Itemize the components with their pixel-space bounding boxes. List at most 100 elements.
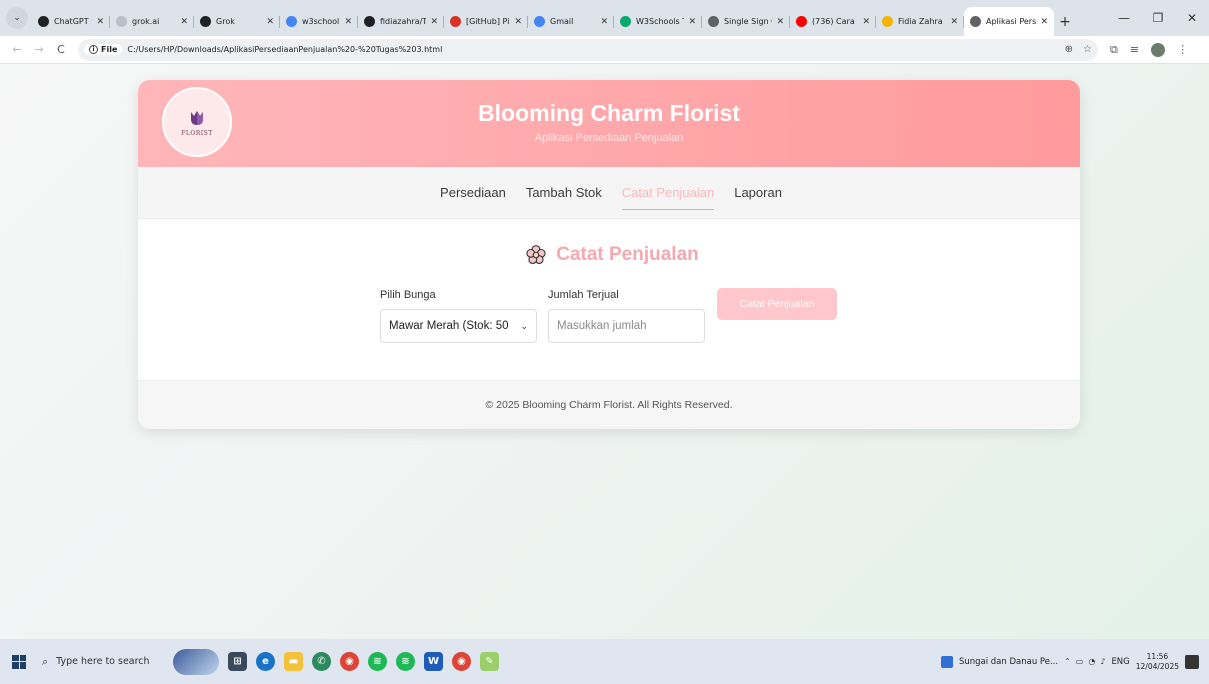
info-icon: i	[89, 45, 98, 54]
qty-input[interactable]: Masukkan jumlah	[548, 309, 705, 343]
nav-catat-penjualan[interactable]: Catat Penjualan	[612, 167, 725, 219]
tab-favicon-icon	[882, 16, 893, 27]
network-icon[interactable]: ◔	[1088, 657, 1095, 666]
browser-tab-strip: ⌄ ChatGPT✕grok.ai✕Grok✕w3school - C✕fidi…	[0, 0, 1209, 36]
reading-list-icon[interactable]: ≡	[1130, 43, 1139, 56]
news-icon[interactable]	[940, 655, 953, 668]
section-title: Catat Penjualan	[556, 244, 699, 265]
section-heading: Catat Penjualan	[138, 244, 1080, 266]
flower-select[interactable]: Mawar Merah (Stok: 50 ⌄	[380, 309, 537, 343]
nav-tambah-stok[interactable]: Tambah Stok	[516, 167, 612, 219]
browser-tab[interactable]: Single Sign C ✕	[702, 7, 790, 36]
tab-favicon-icon	[708, 16, 719, 27]
tab-close-icon[interactable]: ✕	[862, 17, 870, 27]
reload-icon[interactable]: C	[50, 43, 72, 56]
whatsapp-icon[interactable]: ✆	[312, 652, 331, 671]
tab-close-icon[interactable]: ✕	[600, 17, 608, 27]
flower-label: Pilih Bunga	[380, 289, 436, 301]
browser-tab[interactable]: (736) Cara M ✕	[790, 7, 876, 36]
edge-icon[interactable]: e	[256, 652, 275, 671]
tab-label: fidiazahra/Tu	[380, 17, 427, 26]
app-nav: Persediaan Tambah Stok Catat Penjualan L…	[138, 167, 1080, 219]
tab-close-icon[interactable]: ✕	[514, 17, 522, 27]
search-icon: ⌕	[42, 654, 49, 668]
spotify-alt-icon[interactable]: ≋	[396, 652, 415, 671]
tab-close-icon[interactable]: ✕	[266, 17, 274, 27]
minimize-button[interactable]: —	[1107, 11, 1141, 25]
tulip-icon	[191, 110, 203, 125]
word-icon[interactable]: W	[424, 652, 443, 671]
flower-field: Pilih Bunga Mawar Merah (Stok: 50 ⌄	[380, 289, 537, 343]
browser-tab[interactable]: ChatGPT ✕	[32, 7, 110, 36]
logo-text: FLORIST	[181, 129, 213, 137]
chevron-up-icon[interactable]: ⌃	[1064, 657, 1071, 666]
clock-time: 11:56	[1146, 651, 1169, 661]
maximize-button[interactable]: ❐	[1141, 11, 1175, 25]
browser-tab[interactable]: Grok ✕	[194, 7, 280, 36]
browser-tab[interactable]: grok.ai ✕	[110, 7, 194, 36]
clock[interactable]: 11:56 12/04/2025	[1136, 652, 1179, 672]
tab-close-icon[interactable]: ✕	[776, 17, 784, 27]
tab-close-icon[interactable]: ✕	[950, 17, 958, 27]
tab-label: w3school - C	[302, 17, 340, 26]
browser-tab[interactable]: Fidia Zahra ✕	[876, 7, 964, 36]
close-window-button[interactable]: ✕	[1175, 11, 1209, 25]
tab-close-icon[interactable]: ✕	[688, 17, 696, 27]
browser-tab[interactable]: w3school - C ✕	[280, 7, 358, 36]
browser-tab[interactable]: [GitHub] Pix ✕	[444, 7, 528, 36]
nav-laporan[interactable]: Laporan	[724, 167, 792, 219]
menu-kebab-icon[interactable]: ⋮	[1177, 43, 1188, 56]
news-text[interactable]: Sungai dan Danau Pe...	[959, 657, 1058, 667]
browser-tab[interactable]: fidiazahra/Tu ✕	[358, 7, 444, 36]
tab-label: grok.ai	[132, 17, 160, 26]
battery-icon[interactable]: ▭	[1076, 657, 1084, 666]
file-explorer-icon[interactable]: ▬	[284, 652, 303, 671]
tab-favicon-icon	[970, 16, 981, 27]
tab-close-icon[interactable]: ✕	[1040, 17, 1048, 27]
tab-label: (736) Cara M	[812, 17, 858, 26]
page-viewport: FLORIST Blooming Charm Florist Aplikasi …	[0, 64, 1209, 639]
profile-avatar[interactable]	[1151, 42, 1166, 57]
chrome-profile-icon[interactable]: ◉	[452, 652, 471, 671]
nav-persediaan[interactable]: Persediaan	[430, 167, 516, 219]
bookmark-star-icon[interactable]: ☆	[1083, 44, 1092, 55]
widgets-icon[interactable]	[173, 648, 219, 675]
windows-logo-icon	[12, 654, 26, 669]
tab-favicon-icon	[450, 16, 461, 27]
tab-label: W3Schools T	[636, 17, 685, 26]
tab-label: ChatGPT	[54, 17, 89, 26]
tab-close-icon[interactable]: ✕	[96, 17, 104, 27]
new-tab-button[interactable]: +	[1054, 7, 1076, 36]
extensions-icon[interactable]: ⧉	[1110, 43, 1118, 57]
back-icon[interactable]: ←	[6, 43, 28, 56]
app-subtitle: Aplikasi Persediaan Penjualan	[534, 132, 684, 144]
browser-tab[interactable]: W3Schools T ✕	[614, 7, 702, 36]
task-view-icon[interactable]: ⊞	[228, 652, 247, 671]
spotify-icon[interactable]: ≋	[368, 652, 387, 671]
tab-close-icon[interactable]: ✕	[430, 17, 438, 27]
tab-label: Single Sign C	[724, 17, 773, 26]
site-info-chip[interactable]: i File	[84, 44, 123, 55]
taskbar-search[interactable]: ⌕ Type here to search	[38, 639, 163, 684]
tab-close-icon[interactable]: ✕	[344, 17, 352, 27]
site-info-label: File	[101, 45, 118, 54]
tab-favicon-icon	[364, 16, 375, 27]
zoom-icon[interactable]: ⊕	[1065, 44, 1073, 55]
tab-label: [GitHub] Pix	[466, 17, 511, 26]
tab-label: Gmail	[550, 17, 574, 26]
notification-icon[interactable]	[1185, 654, 1199, 669]
notepad-icon[interactable]: ✎	[480, 652, 499, 671]
language-indicator[interactable]: ENG	[1111, 657, 1129, 667]
browser-tab[interactable]: Gmail ✕	[528, 7, 614, 36]
chrome-icon[interactable]: ◉	[340, 652, 359, 671]
tab-close-icon[interactable]: ✕	[180, 17, 188, 27]
volume-icon[interactable]: ♪	[1100, 657, 1105, 666]
record-sale-button[interactable]: Catat Penjualan	[717, 288, 837, 320]
qty-label: Jumlah Terjual	[548, 289, 619, 301]
forward-icon[interactable]: →	[28, 43, 50, 56]
tab-search-button[interactable]: ⌄	[6, 7, 28, 29]
browser-tab[interactable]: Aplikasi Pers ✕	[964, 7, 1054, 36]
tab-favicon-icon	[534, 16, 545, 27]
start-button[interactable]	[0, 654, 38, 669]
address-bar[interactable]: i File C:/Users/HP/Downloads/AplikasiPer…	[78, 38, 1098, 61]
